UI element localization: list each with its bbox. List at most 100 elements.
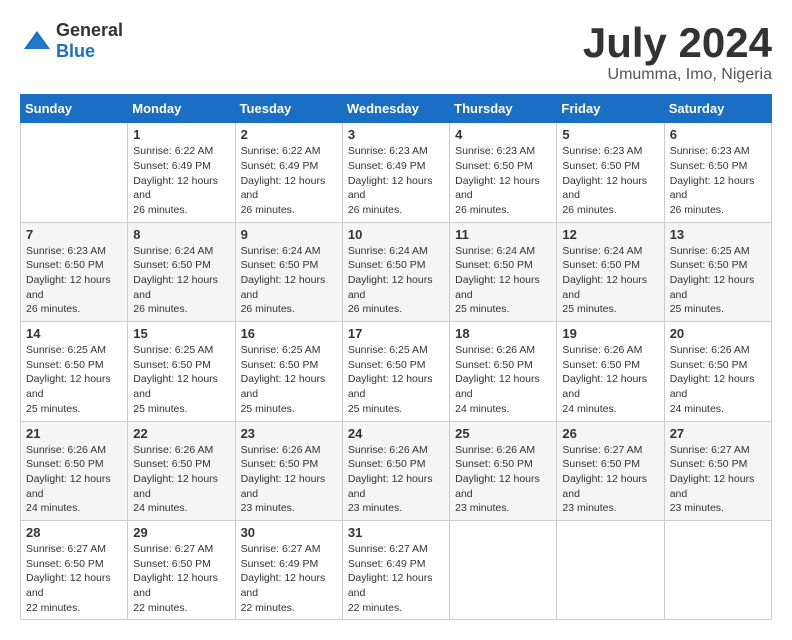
day-detail: Sunrise: 6:27 AMSunset: 6:50 PMDaylight:… <box>133 542 229 615</box>
day-number: 22 <box>133 426 229 441</box>
calendar-cell <box>664 520 771 619</box>
day-detail: Sunrise: 6:23 AMSunset: 6:49 PMDaylight:… <box>348 144 444 217</box>
sunset-text: Sunset: 6:50 PM <box>348 358 444 373</box>
daylight-text-cont: 24 minutes. <box>562 402 658 417</box>
day-number: 23 <box>241 426 337 441</box>
sunrise-text: Sunrise: 6:25 AM <box>348 343 444 358</box>
sunrise-text: Sunrise: 6:24 AM <box>455 244 551 259</box>
daylight-text-cont: 26 minutes. <box>455 203 551 218</box>
sunset-text: Sunset: 6:50 PM <box>26 358 122 373</box>
daylight-text-cont: 22 minutes. <box>133 601 229 616</box>
daylight-text-cont: 26 minutes. <box>562 203 658 218</box>
logo: General Blue <box>20 20 123 62</box>
daylight-text-cont: 24 minutes. <box>455 402 551 417</box>
col-header-monday: Monday <box>128 95 235 123</box>
sunrise-text: Sunrise: 6:23 AM <box>348 144 444 159</box>
logo-text: General Blue <box>56 20 123 62</box>
daylight-text-cont: 26 minutes. <box>241 302 337 317</box>
sunset-text: Sunset: 6:50 PM <box>455 258 551 273</box>
day-detail: Sunrise: 6:27 AMSunset: 6:49 PMDaylight:… <box>348 542 444 615</box>
daylight-text: Daylight: 12 hours and <box>133 472 229 501</box>
daylight-text: Daylight: 12 hours and <box>26 571 122 600</box>
sunset-text: Sunset: 6:50 PM <box>562 159 658 174</box>
day-detail: Sunrise: 6:24 AMSunset: 6:50 PMDaylight:… <box>455 244 551 317</box>
calendar-cell: 15Sunrise: 6:25 AMSunset: 6:50 PMDayligh… <box>128 322 235 421</box>
daylight-text-cont: 26 minutes. <box>348 203 444 218</box>
sunrise-text: Sunrise: 6:26 AM <box>133 443 229 458</box>
daylight-text-cont: 22 minutes. <box>241 601 337 616</box>
day-detail: Sunrise: 6:26 AMSunset: 6:50 PMDaylight:… <box>562 343 658 416</box>
day-detail: Sunrise: 6:26 AMSunset: 6:50 PMDaylight:… <box>26 443 122 516</box>
calendar-cell: 29Sunrise: 6:27 AMSunset: 6:50 PMDayligh… <box>128 520 235 619</box>
daylight-text: Daylight: 12 hours and <box>133 372 229 401</box>
daylight-text-cont: 25 minutes. <box>670 302 766 317</box>
day-number: 24 <box>348 426 444 441</box>
daylight-text: Daylight: 12 hours and <box>26 472 122 501</box>
sunrise-text: Sunrise: 6:23 AM <box>670 144 766 159</box>
daylight-text: Daylight: 12 hours and <box>26 372 122 401</box>
col-header-saturday: Saturday <box>664 95 771 123</box>
day-detail: Sunrise: 6:27 AMSunset: 6:50 PMDaylight:… <box>670 443 766 516</box>
daylight-text: Daylight: 12 hours and <box>348 273 444 302</box>
calendar-cell: 27Sunrise: 6:27 AMSunset: 6:50 PMDayligh… <box>664 421 771 520</box>
calendar-cell: 26Sunrise: 6:27 AMSunset: 6:50 PMDayligh… <box>557 421 664 520</box>
calendar-cell: 30 Sunrise: 6:27 AMSunset: 6:49 PMDayligh… <box>235 520 342 619</box>
daylight-text-cont: 23 minutes. <box>670 501 766 516</box>
col-header-sunday: Sunday <box>21 95 128 123</box>
daylight-text: Daylight: 12 hours and <box>455 372 551 401</box>
day-number: 25 <box>455 426 551 441</box>
day-detail: Sunrise: 6:25 AMSunset: 6:50 PMDaylight:… <box>670 244 766 317</box>
sunset-text: Sunset: 6:50 PM <box>670 457 766 472</box>
calendar-cell: 3Sunrise: 6:23 AMSunset: 6:49 PMDaylight… <box>342 123 449 222</box>
daylight-text-cont: 26 minutes. <box>26 302 122 317</box>
calendar-cell <box>21 123 128 222</box>
day-number: 8 <box>133 227 229 242</box>
calendar-cell: 4Sunrise: 6:23 AMSunset: 6:50 PMDaylight… <box>450 123 557 222</box>
daylight-text-cont: 26 minutes. <box>670 203 766 218</box>
day-detail: Sunrise: 6:24 AMSunset: 6:50 PMDaylight:… <box>133 244 229 317</box>
sunrise-text: Sunrise: 6:26 AM <box>26 443 122 458</box>
sunset-text: Sunset: 6:50 PM <box>455 358 551 373</box>
daylight-text: Daylight: 12 hours and <box>348 472 444 501</box>
day-detail: Sunrise: 6:25 AMSunset: 6:50 PMDaylight:… <box>348 343 444 416</box>
sunset-text: Sunset: 6:49 PM <box>133 159 229 174</box>
calendar-cell: 31Sunrise: 6:27 AMSunset: 6:49 PMDayligh… <box>342 520 449 619</box>
daylight-text: Daylight: 12 hours and <box>670 273 766 302</box>
calendar-cell: 7Sunrise: 6:23 AMSunset: 6:50 PMDaylight… <box>21 222 128 321</box>
sunrise-text: Sunrise: 6:26 AM <box>562 343 658 358</box>
daylight-text: Daylight: 12 hours and <box>562 174 658 203</box>
sunrise-text: Sunrise: 6:27 AM <box>562 443 658 458</box>
daylight-text: Daylight: 12 hours and <box>348 372 444 401</box>
day-number: 18 <box>455 326 551 341</box>
daylight-text-cont: 26 minutes. <box>241 203 337 218</box>
sunrise-text: Sunrise: 6:26 AM <box>241 443 337 458</box>
sunrise-text: Sunrise: 6:22 AM <box>133 144 229 159</box>
calendar-cell: 25Sunrise: 6:26 AMSunset: 6:50 PMDayligh… <box>450 421 557 520</box>
daylight-text: Daylight: 12 hours and <box>562 372 658 401</box>
calendar-cell: 21Sunrise: 6:26 AMSunset: 6:50 PMDayligh… <box>21 421 128 520</box>
sunset-text: Sunset: 6:50 PM <box>133 258 229 273</box>
day-detail: Sunrise: 6:27 AMSunset: 6:50 PMDaylight:… <box>562 443 658 516</box>
calendar-week-row: 1Sunrise: 6:22 AMSunset: 6:49 PMDaylight… <box>21 123 772 222</box>
calendar-cell: 10Sunrise: 6:24 AMSunset: 6:50 PMDayligh… <box>342 222 449 321</box>
sunrise-text: Sunrise: 6:27 AM <box>241 542 337 557</box>
sunset-text: Sunset: 6:50 PM <box>26 258 122 273</box>
day-detail: Sunrise: 6:27 AMSunset: 6:49 PMDaylight:… <box>241 542 337 615</box>
logo-icon <box>22 29 52 53</box>
sunrise-text: Sunrise: 6:27 AM <box>133 542 229 557</box>
day-number: 11 <box>455 227 551 242</box>
calendar-cell: 28Sunrise: 6:27 AMSunset: 6:50 PMDayligh… <box>21 520 128 619</box>
daylight-text-cont: 25 minutes. <box>348 402 444 417</box>
col-header-thursday: Thursday <box>450 95 557 123</box>
calendar-cell: 1Sunrise: 6:22 AMSunset: 6:49 PMDaylight… <box>128 123 235 222</box>
sunrise-text: Sunrise: 6:27 AM <box>670 443 766 458</box>
sunset-text: Sunset: 6:50 PM <box>670 358 766 373</box>
sunrise-text: Sunrise: 6:25 AM <box>133 343 229 358</box>
day-number: 30 <box>241 525 337 540</box>
header: General Blue July 2024 Umumma, Imo, Nige… <box>20 20 772 84</box>
day-number: 9 <box>241 227 337 242</box>
daylight-text-cont: 25 minutes. <box>241 402 337 417</box>
sunrise-text: Sunrise: 6:25 AM <box>670 244 766 259</box>
daylight-text: Daylight: 12 hours and <box>241 174 337 203</box>
day-number: 7 <box>26 227 122 242</box>
